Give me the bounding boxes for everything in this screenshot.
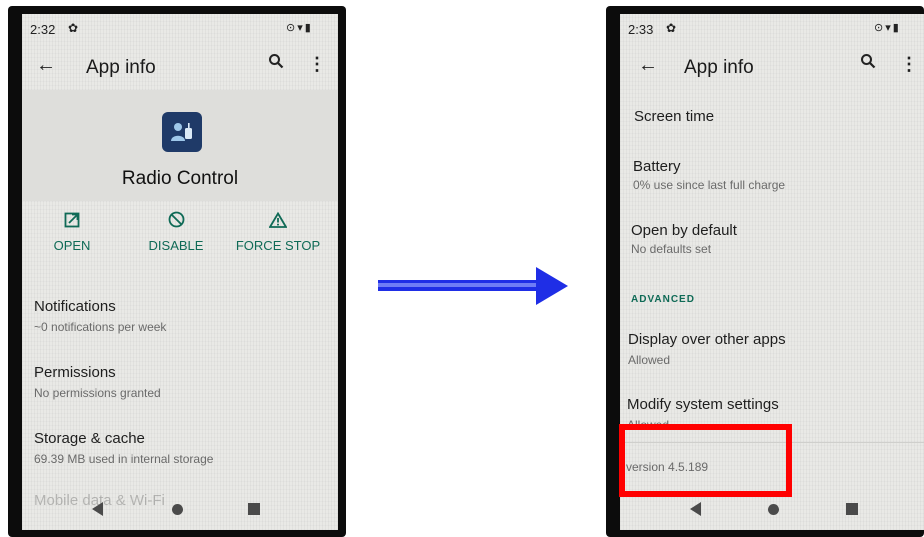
item-title: Permissions — [34, 364, 116, 381]
left-phone: 2:32 ✿ ⊙▾▮ ← App info ⋮ Radio Control OP… — [8, 6, 346, 537]
more-options-icon[interactable]: ⋮ — [308, 54, 326, 75]
item-title: Screen time — [634, 108, 715, 125]
nav-home-icon[interactable] — [172, 504, 183, 515]
back-arrow-icon[interactable]: ← — [36, 54, 56, 77]
status-time: 2:32 — [30, 22, 56, 37]
item-subtitle: 0% use since last full charge — [633, 178, 786, 192]
status-bar: 2:32 ✿ ⊙▾▮ — [22, 14, 338, 42]
more-options-icon[interactable]: ⋮ — [900, 54, 918, 75]
list-item-display-over-apps[interactable]: Display over other apps Allowed — [620, 326, 924, 374]
wifi-icon: ▾ — [297, 22, 305, 34]
item-subtitle: Allowed — [628, 353, 671, 367]
nav-bar — [22, 488, 338, 530]
transition-arrow-icon — [378, 267, 568, 305]
item-title: Battery — [633, 158, 681, 175]
location-icon: ⊙ — [286, 22, 298, 34]
section-header-advanced: ADVANCED — [631, 294, 695, 305]
battery-icon: ▮ — [892, 22, 901, 34]
gear-icon: ✿ — [666, 21, 677, 35]
force-stop-label: FORCE STOP — [235, 238, 321, 253]
nav-back-icon[interactable] — [92, 502, 103, 516]
list-item-permissions[interactable]: Permissions No permissions granted — [22, 360, 338, 420]
back-arrow-icon[interactable]: ← — [638, 54, 658, 77]
nav-home-icon[interactable] — [768, 504, 779, 515]
item-subtitle: No permissions granted — [34, 386, 161, 400]
open-button[interactable]: OPEN — [22, 210, 122, 253]
nav-recents-icon[interactable] — [248, 503, 260, 515]
app-icon — [162, 112, 202, 152]
warning-icon — [228, 210, 328, 234]
item-subtitle: ~0 notifications per week — [34, 320, 167, 334]
nav-back-icon[interactable] — [690, 502, 701, 516]
status-bar: 2:33 ✿ ⊙▾▮ — [620, 14, 924, 42]
item-subtitle: No defaults set — [631, 242, 712, 256]
version-highlight-box — [619, 424, 792, 497]
action-row: OPEN DISABLE FORCE STOP — [22, 210, 338, 270]
disable-icon — [126, 210, 226, 234]
item-title: Notifications — [34, 298, 116, 315]
list-item-notifications[interactable]: Notifications ~0 notifications per week — [22, 294, 338, 354]
page-title: App info — [86, 57, 156, 78]
app-name: Radio Control — [121, 168, 239, 189]
search-icon[interactable] — [268, 53, 284, 74]
location-icon: ⊙ — [874, 22, 886, 34]
item-title: Modify system settings — [627, 396, 779, 413]
status-icons: ⊙▾▮ — [286, 21, 313, 34]
item-title: Open by default — [631, 222, 737, 239]
item-subtitle: 69.39 MB used in internal storage — [34, 452, 214, 466]
app-bar: ← App info ⋮ — [620, 44, 924, 90]
open-external-icon — [22, 210, 122, 234]
status-time: 2:33 — [628, 22, 654, 37]
list-item-battery[interactable]: Battery 0% use since last full charge — [620, 154, 924, 202]
list-item-storage[interactable]: Storage & cache 69.39 MB used in interna… — [22, 426, 338, 486]
gear-icon: ✿ — [68, 21, 79, 35]
nav-recents-icon[interactable] — [846, 503, 858, 515]
wifi-icon: ▾ — [885, 22, 893, 34]
page-title: App info — [684, 57, 754, 78]
status-icons: ⊙▾▮ — [874, 21, 901, 34]
disable-label: DISABLE — [148, 238, 204, 253]
disable-button[interactable]: DISABLE — [126, 210, 226, 253]
open-label: OPEN — [53, 238, 91, 253]
list-item-open-by-default[interactable]: Open by default No defaults set — [620, 218, 924, 266]
battery-icon: ▮ — [304, 22, 313, 34]
list-item-screen-time[interactable]: Screen time — [620, 104, 924, 138]
search-icon[interactable] — [860, 53, 876, 74]
left-screen: 2:32 ✿ ⊙▾▮ ← App info ⋮ Radio Control OP… — [22, 14, 338, 530]
app-header: Radio Control — [22, 90, 338, 201]
item-title: Display over other apps — [628, 331, 786, 348]
app-bar: ← App info ⋮ — [22, 44, 338, 90]
radio-person-icon — [171, 123, 192, 141]
item-title: Storage & cache — [34, 430, 145, 447]
force-stop-button[interactable]: FORCE STOP — [228, 210, 328, 253]
